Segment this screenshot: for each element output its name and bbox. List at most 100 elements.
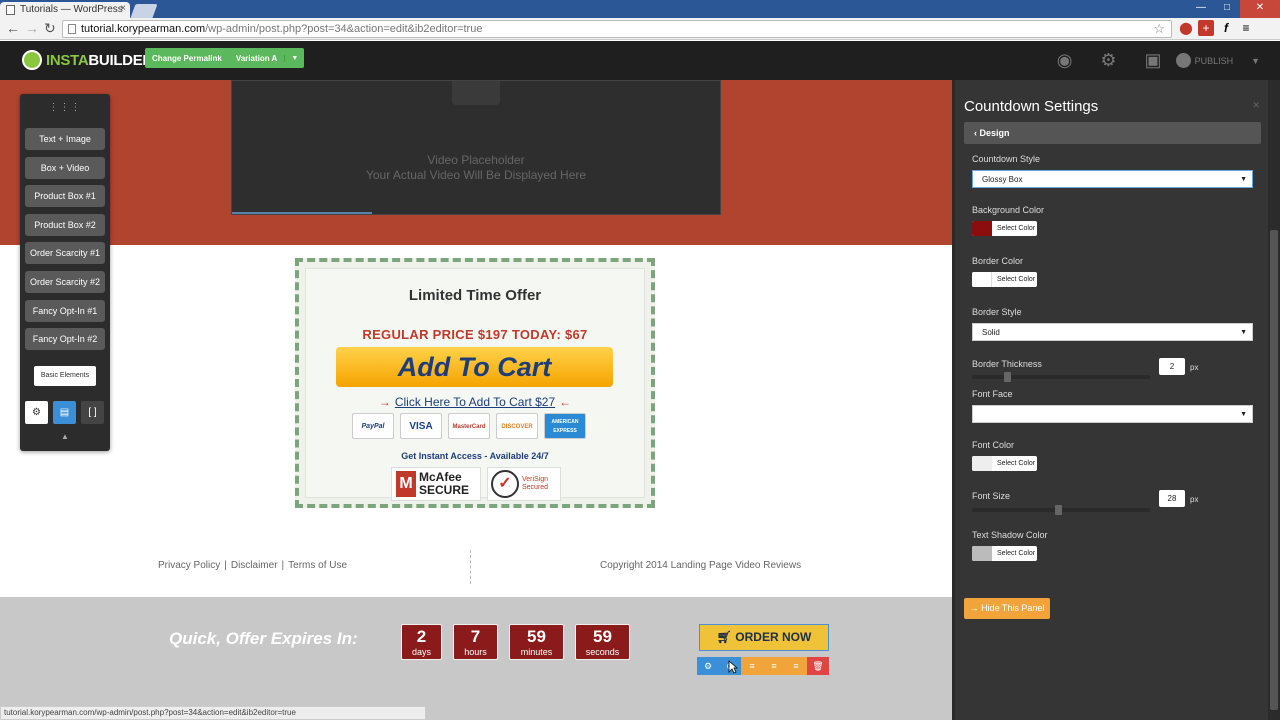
text-shadow-color-picker[interactable]: Select Color	[972, 546, 1037, 561]
chevron-down-icon: ▼	[1240, 411, 1247, 418]
palette-item-product-box-2[interactable]: Product Box #2	[25, 214, 105, 236]
add-to-cart-button[interactable]: Add To Cart	[336, 347, 613, 387]
video-progress	[232, 212, 372, 214]
builder-toolbar: INSTABUILDER 2.0 Change Permalink Variat…	[0, 41, 1280, 80]
close-icon[interactable]: ✕	[1252, 100, 1260, 111]
palette-item-fancy-optin-2[interactable]: Fancy Opt-In #2	[25, 328, 105, 350]
change-permalink-label[interactable]: Change Permalink	[145, 54, 229, 63]
countdown-style-select[interactable]: Glossy Box ▼	[972, 170, 1253, 188]
palette-item-order-scarcity-1[interactable]: Order Scarcity #1	[25, 242, 105, 264]
permalink-button[interactable]: Change Permalink Variation A ▼	[145, 48, 305, 68]
extension-stop-icon[interactable]: ⬤	[1178, 20, 1194, 36]
chevron-up-icon[interactable]: ▲	[20, 432, 110, 441]
panel-scrollbar[interactable]	[1268, 80, 1280, 720]
bracket-icon[interactable]: [ ]	[81, 401, 104, 424]
back-icon[interactable]: ←	[6, 20, 20, 36]
video-placeholder[interactable]: Video Placeholder Your Actual Video Will…	[231, 80, 721, 215]
countdown-number: 59	[593, 627, 612, 646]
video-placeholder-title: Video Placeholder	[427, 153, 525, 167]
select-color-label: Select Color	[997, 225, 1036, 232]
tab-title: Tutorials — WordPress	[20, 4, 123, 15]
minimize-icon[interactable]: —	[1188, 0, 1214, 18]
countdown-settings-panel: Countdown Settings ✕ ‹ Design Countdown …	[952, 80, 1280, 720]
reload-icon[interactable]: ↻	[44, 20, 56, 37]
cart-icon: 🛒︎	[716, 630, 736, 644]
palette-item-text-image[interactable]: Text + Image	[25, 128, 105, 150]
offer-box[interactable]: Limited Time Offer REGULAR PRICE $197 TO…	[295, 258, 655, 508]
new-tab-button[interactable]	[130, 4, 158, 18]
font-size-slider[interactable]	[972, 505, 1150, 515]
palette-item-product-box-1[interactable]: Product Box #1	[25, 185, 105, 207]
address-bar: ← → ↻ tutorial.korypearman.com/wp-admin/…	[0, 18, 1280, 40]
mastercard-logo: MasterCard	[448, 413, 490, 439]
verisign-name: VeriSign	[522, 476, 549, 483]
delete-trash-icon[interactable]: 🗑︎	[807, 657, 829, 675]
variation-label[interactable]: Variation A	[229, 54, 285, 63]
countdown-style-value: Glossy Box	[982, 175, 1023, 184]
forward-icon[interactable]: →	[25, 20, 39, 36]
privacy-policy-link[interactable]: Privacy Policy	[158, 560, 220, 571]
border-color-picker[interactable]: Select Color	[972, 272, 1037, 287]
close-tab-icon[interactable]: ×	[120, 3, 126, 14]
menu-icon[interactable]: ≡	[1238, 20, 1254, 36]
color-swatch	[972, 456, 992, 471]
background-color-picker[interactable]: Select Color	[972, 221, 1037, 236]
palette-item-box-video[interactable]: Box + Video	[25, 157, 105, 179]
browser-tabbar: Tutorials — WordPress × — □ ✕	[0, 0, 1280, 18]
sticky-countdown-bar[interactable]: Quick, Offer Expires In: 2 days 7 hours …	[0, 597, 952, 720]
disclaimer-link[interactable]: Disclaimer	[231, 560, 278, 571]
align-right-icon[interactable]: ≡	[785, 657, 807, 675]
basic-elements-button[interactable]: Basic Elements	[34, 366, 96, 386]
design-label: Design	[979, 128, 1010, 138]
px-unit: px	[1190, 495, 1199, 504]
close-window-icon[interactable]: ✕	[1240, 0, 1280, 18]
slider-handle[interactable]	[1004, 372, 1011, 382]
palette-item-fancy-optin-1[interactable]: Fancy Opt-In #1	[25, 300, 105, 322]
chevron-down-icon: ▼	[1240, 176, 1247, 183]
terms-link[interactable]: Terms of Use	[288, 560, 347, 571]
browser-tab[interactable]: Tutorials — WordPress ×	[0, 2, 130, 18]
font-size-input[interactable]: 28	[1159, 490, 1185, 507]
align-center-icon[interactable]: ≡	[763, 657, 785, 675]
url-path: /wp-admin/post.php?post=34&action=edit&i…	[205, 23, 483, 35]
maximize-icon[interactable]: □	[1214, 0, 1240, 18]
palette-item-order-scarcity-2[interactable]: Order Scarcity #2	[25, 271, 105, 293]
chevron-down-icon[interactable]: ▼	[284, 54, 304, 62]
order-now-button[interactable]: 🛒︎ ORDER NOW	[699, 624, 829, 651]
save-icon[interactable]: ▤	[53, 401, 76, 424]
scrollbar-thumb[interactable]	[1270, 230, 1278, 710]
element-settings-gear-icon[interactable]: ⚙	[697, 657, 719, 675]
copyright-text: Copyright 2014 Landing Page Video Review…	[600, 560, 802, 571]
payment-cards: PayPal VISA MasterCard DISCOVER AMERICAN…	[352, 413, 586, 439]
settings-gear-icon[interactable]: ⚙	[1100, 50, 1116, 71]
hide-panel-button[interactable]: → Hide This Panel	[964, 598, 1050, 619]
element-toolbar: ⚙ ⊘ ≡ ≡ ≡ 🗑︎	[697, 657, 829, 675]
slider-handle[interactable]	[1055, 505, 1062, 515]
border-thickness-slider[interactable]	[972, 372, 1150, 382]
preview-eye-icon[interactable]: ◉	[1057, 50, 1073, 71]
bookmark-star-icon[interactable]: ☆	[1153, 21, 1165, 37]
extension-f-icon[interactable]: f	[1218, 20, 1234, 36]
design-back-button[interactable]: ‹ Design	[964, 122, 1261, 144]
chevron-down-icon[interactable]: ▼	[1251, 56, 1260, 66]
border-thickness-input[interactable]: 2	[1159, 358, 1185, 375]
publish-button[interactable]: PUBLISH	[1175, 53, 1233, 68]
border-style-select[interactable]: Solid ▼	[972, 323, 1253, 341]
save-disk-icon[interactable]: ▣	[1145, 50, 1162, 71]
font-face-select[interactable]: ▼	[972, 405, 1253, 423]
toolbar-actions: ◉ ⚙ ▣ PUBLISH ▼	[1043, 41, 1280, 80]
gear-icon[interactable]: ⚙	[25, 401, 48, 424]
drag-handle-icon[interactable]: ⋮⋮⋮	[20, 102, 110, 113]
page-icon	[68, 24, 76, 34]
add-to-cart-link[interactable]: Click Here To Add To Cart $27	[395, 395, 555, 409]
align-left-icon[interactable]: ≡	[741, 657, 763, 675]
font-color-picker[interactable]: Select Color	[972, 456, 1037, 471]
checkmark-icon: ✓	[491, 470, 519, 498]
extension-plus-icon[interactable]: +	[1198, 20, 1214, 36]
font-color-label: Font Color	[972, 440, 1015, 450]
color-swatch	[972, 546, 992, 561]
url-input[interactable]: tutorial.korypearman.com/wp-admin/post.p…	[62, 20, 1172, 38]
arrow-left-icon: ←	[559, 395, 572, 409]
border-style-label: Border Style	[972, 307, 1022, 317]
select-color-label: Select Color	[997, 276, 1036, 283]
